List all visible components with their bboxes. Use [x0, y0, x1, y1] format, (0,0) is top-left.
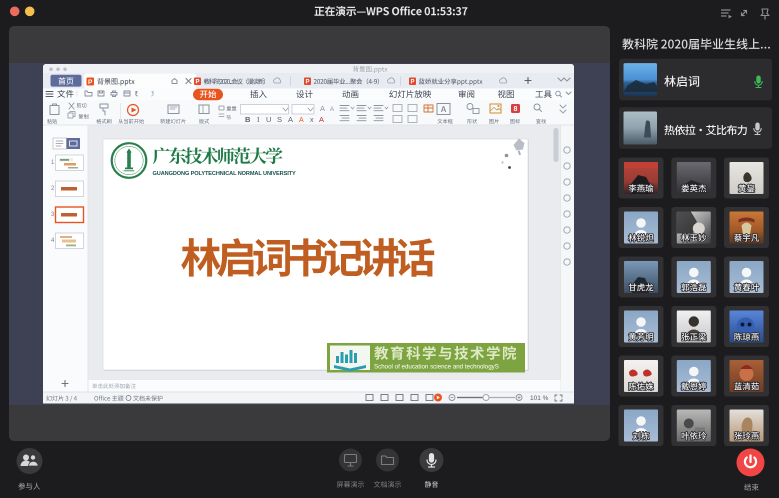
svg-text:GUANGDONG POLYTECHNICAL NORMAL: GUANGDONG POLYTECHNICAL NORMAL UNIVERSIT…: [153, 171, 296, 177]
svg-text:8: 8: [514, 106, 518, 113]
svg-text:x: x: [310, 117, 314, 124]
svg-text:P: P: [410, 80, 414, 86]
svg-text:P: P: [305, 80, 309, 86]
svg-text:101 %: 101 %: [530, 395, 549, 402]
svg-text:B: B: [245, 115, 251, 124]
svg-text:P: P: [88, 79, 93, 86]
svg-text:A: A: [319, 115, 324, 124]
svg-text:U: U: [266, 115, 271, 124]
svg-text:S: S: [277, 115, 282, 124]
svg-text:A: A: [441, 105, 447, 114]
svg-text:School of education science: School of education science and technolo…: [374, 364, 499, 371]
svg-text:A: A: [299, 117, 304, 124]
svg-text:A: A: [320, 104, 325, 113]
svg-text:P: P: [195, 80, 199, 86]
svg-text:A: A: [288, 115, 293, 124]
